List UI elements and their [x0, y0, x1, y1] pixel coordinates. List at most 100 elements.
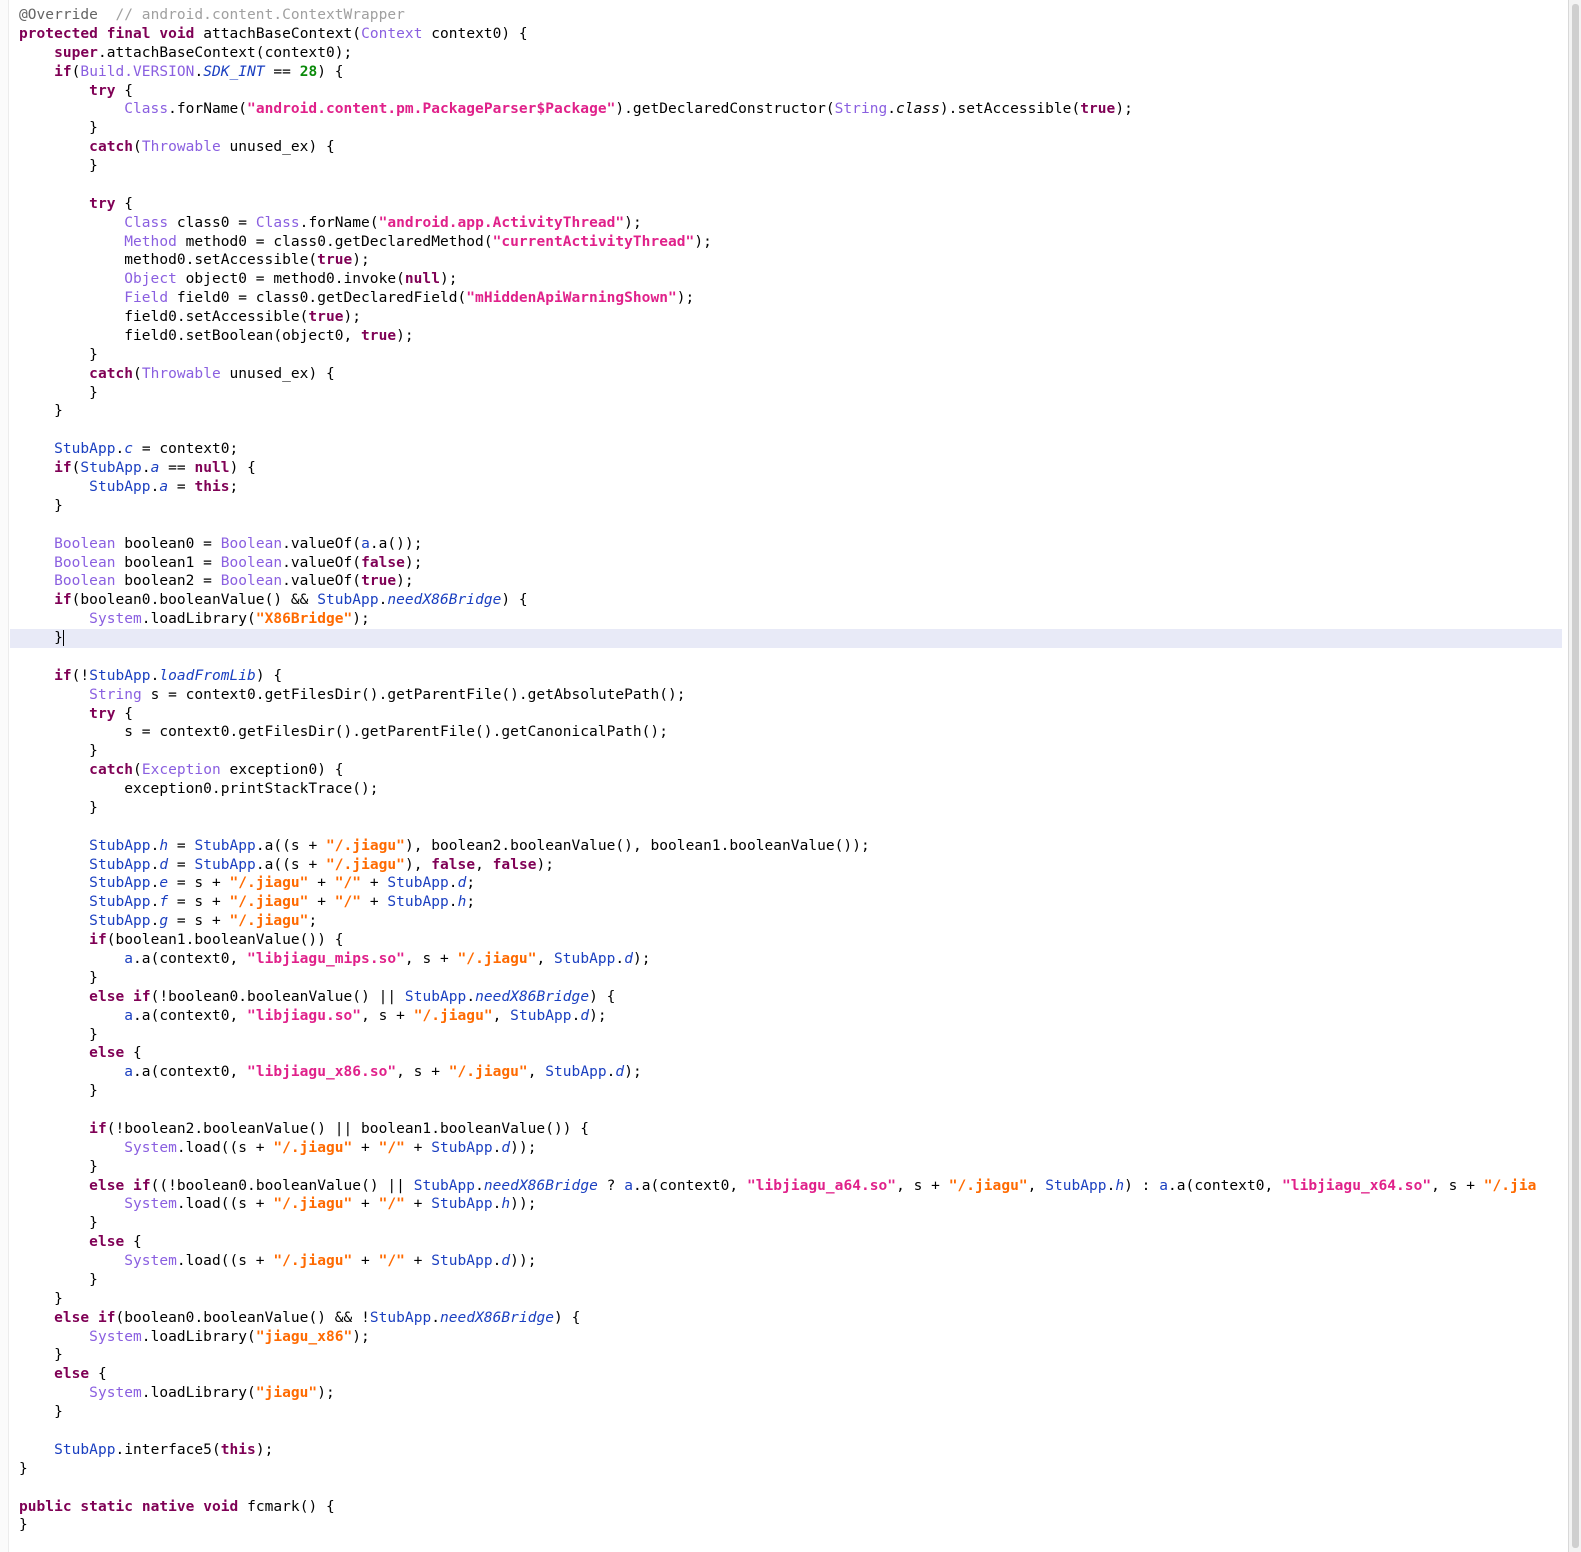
code-token: "/.jiagu": [413, 1007, 493, 1024]
code-line[interactable]: StubApp.h = StubApp.a((s + "/.jiagu"), b…: [19, 837, 870, 856]
code-line[interactable]: Field field0 = class0.getDeclaredField("…: [19, 289, 694, 308]
code-line[interactable]: catch(Exception exception0) {: [19, 761, 344, 780]
code-line[interactable]: protected final void attachBaseContext(C…: [19, 25, 528, 44]
code-line[interactable]: if(!boolean2.booleanValue() || boolean1.…: [19, 1120, 589, 1139]
code-token: exception0.printStackTrace();: [19, 781, 379, 798]
code-line[interactable]: System.loadLibrary("X86Bridge");: [19, 610, 370, 629]
code-line[interactable]: Class class0 = Class.forName("android.ap…: [19, 214, 642, 233]
code-token: a: [624, 1177, 633, 1194]
code-line[interactable]: StubApp.g = s + "/.jiagu";: [19, 912, 317, 931]
code-line[interactable]: super.attachBaseContext(context0);: [19, 44, 352, 63]
code-line[interactable]: else if(boolean0.booleanValue() && !Stub…: [19, 1309, 580, 1328]
code-line[interactable]: public static native void fcmark() {: [19, 1498, 335, 1517]
code-line[interactable]: StubApp.a = this;: [19, 478, 238, 497]
code-line[interactable]: a.a(context0, "libjiagu.so", s + "/.jiag…: [19, 1007, 607, 1026]
code-line[interactable]: exception0.printStackTrace();: [19, 780, 379, 799]
code-line[interactable]: }: [19, 1290, 63, 1309]
code-line[interactable]: }: [19, 157, 98, 176]
code-token: StubApp: [1045, 1177, 1107, 1194]
code-line[interactable]: try {: [19, 195, 133, 214]
code-line[interactable]: }: [19, 384, 98, 403]
code-token: h: [159, 837, 169, 854]
code-line[interactable]: a.a(context0, "libjiagu_mips.so", s + "/…: [19, 950, 651, 969]
code-line[interactable]: }: [19, 1271, 98, 1290]
current-line-highlight: [10, 629, 1562, 649]
code-line[interactable]: StubApp.d = StubApp.a((s + "/.jiagu"), f…: [19, 856, 554, 875]
code-line[interactable]: }: [19, 497, 63, 516]
code-line[interactable]: System.loadLibrary("jiagu");: [19, 1384, 335, 1403]
code-line[interactable]: Method method0 = class0.getDeclaredMetho…: [19, 233, 712, 252]
code-token: unused_ex) {: [220, 139, 335, 156]
code-line[interactable]: }: [19, 402, 63, 421]
code-line[interactable]: }: [19, 1346, 63, 1365]
code-line[interactable]: Boolean boolean0 = Boolean.valueOf(a.a()…: [19, 535, 422, 554]
code-token: ), boolean2.booleanValue(), boolean1.boo…: [404, 837, 870, 854]
code-line[interactable]: }: [19, 629, 64, 648]
code-line[interactable]: }: [19, 969, 98, 988]
code-token: super: [54, 44, 98, 61]
code-line[interactable]: System.load((s + "/.jiagu" + "/" + StubA…: [19, 1252, 536, 1271]
code-token: ;: [229, 479, 239, 495]
code-line[interactable]: }: [19, 1403, 63, 1422]
code-line[interactable]: else {: [19, 1233, 142, 1252]
code-line[interactable]: StubApp.c = context0;: [19, 440, 238, 459]
code-line[interactable]: StubApp. e = s + "/.jiagu" + "/" + StubAp…: [19, 874, 475, 893]
code-line[interactable]: }: [19, 346, 98, 365]
code-editor[interactable]: @Override // android.content.ContextWrap…: [0, 0, 1568, 1552]
code-line[interactable]: Boolean boolean2 = Boolean.valueOf(true)…: [19, 572, 414, 591]
code-line[interactable]: else {: [19, 1044, 142, 1063]
code-line[interactable]: if(!StubApp.loadFromLib) {: [19, 667, 282, 686]
code-line[interactable]: }: [19, 1158, 98, 1177]
code-line[interactable]: a.a(context0, "libjiagu_x86.so", s + "/.…: [19, 1063, 642, 1082]
code-line[interactable]: if(Build.VERSION.SDK_INT == 28) {: [19, 63, 344, 82]
code-line[interactable]: System.loadLibrary("jiagu_x86");: [19, 1328, 370, 1347]
code-line[interactable]: System.load((s + "/.jiagu" + "/" + StubA…: [19, 1195, 536, 1214]
code-line[interactable]: else {: [19, 1365, 107, 1384]
code-line[interactable]: }: [19, 1214, 98, 1233]
code-line[interactable]: field0.setBoolean(object0, true);: [19, 327, 414, 346]
code-line[interactable]: }: [19, 1516, 28, 1535]
code-token: }: [19, 969, 98, 986]
code-line[interactable]: Class.forName("android.content.pm.Packag…: [19, 100, 1133, 119]
code-token: }: [19, 1083, 98, 1100]
code-token: }: [19, 1347, 63, 1364]
code-token: "/.jiagu": [273, 1139, 353, 1156]
code-line[interactable]: StubApp.interface5(this);: [19, 1441, 273, 1460]
code-token: Class: [255, 214, 300, 231]
code-line[interactable]: catch(Throwable unused_ex) {: [19, 138, 335, 157]
code-line[interactable]: }: [19, 742, 98, 761]
code-line[interactable]: method0.setAccessible(true);: [19, 251, 370, 270]
code-token: (!: [71, 667, 90, 684]
code-token: .loadLibrary(: [141, 1385, 256, 1402]
code-line[interactable]: if(boolean0.booleanValue() && StubApp.ne…: [19, 591, 528, 610]
code-line[interactable]: field0.setAccessible(true);: [19, 308, 361, 327]
code-line[interactable]: }: [19, 1460, 28, 1479]
code-line[interactable]: StubApp. f = s + "/.jiagu" + "/" + StubAp…: [19, 893, 475, 912]
code-line[interactable]: System.load((s + "/.jiagu" + "/" + StubA…: [19, 1139, 536, 1158]
code-line[interactable]: try {: [19, 82, 133, 101]
editor-gutter: [0, 0, 9, 1552]
code-line[interactable]: Boolean boolean1 = Boolean.valueOf(false…: [19, 554, 422, 573]
scrollbar-thumb[interactable]: [1572, 4, 1579, 1548]
code-line[interactable]: String s = context0.getFilesDir().getPar…: [19, 686, 686, 705]
code-line[interactable]: else if((!boolean0.booleanValue() || Stu…: [19, 1177, 1536, 1196]
code-token: );: [255, 1441, 274, 1458]
code-line[interactable]: @Override // android.content.ContextWrap…: [19, 6, 405, 25]
code-line[interactable]: try {: [19, 705, 133, 724]
code-token: }: [19, 1271, 98, 1288]
code-line[interactable]: if(boolean1.booleanValue()) {: [19, 931, 344, 950]
code-line[interactable]: catch(Throwable unused_ex) {: [19, 365, 335, 384]
code-line[interactable]: s = context0.getFilesDir().getParentFile…: [19, 723, 668, 742]
code-line[interactable]: }: [19, 1082, 98, 1101]
code-line[interactable]: }: [19, 119, 98, 138]
vertical-scrollbar[interactable]: [1568, 0, 1581, 1552]
code-line[interactable]: else if(!boolean0.booleanValue() || Stub…: [19, 988, 615, 1007]
code-line[interactable]: if(StubApp.a == null) {: [19, 459, 256, 478]
code-line[interactable]: }: [19, 799, 98, 818]
code-token: (: [133, 762, 142, 779]
code-line[interactable]: Object object0 = method0.invoke(null);: [19, 270, 458, 289]
code-line[interactable]: }: [19, 1026, 98, 1045]
